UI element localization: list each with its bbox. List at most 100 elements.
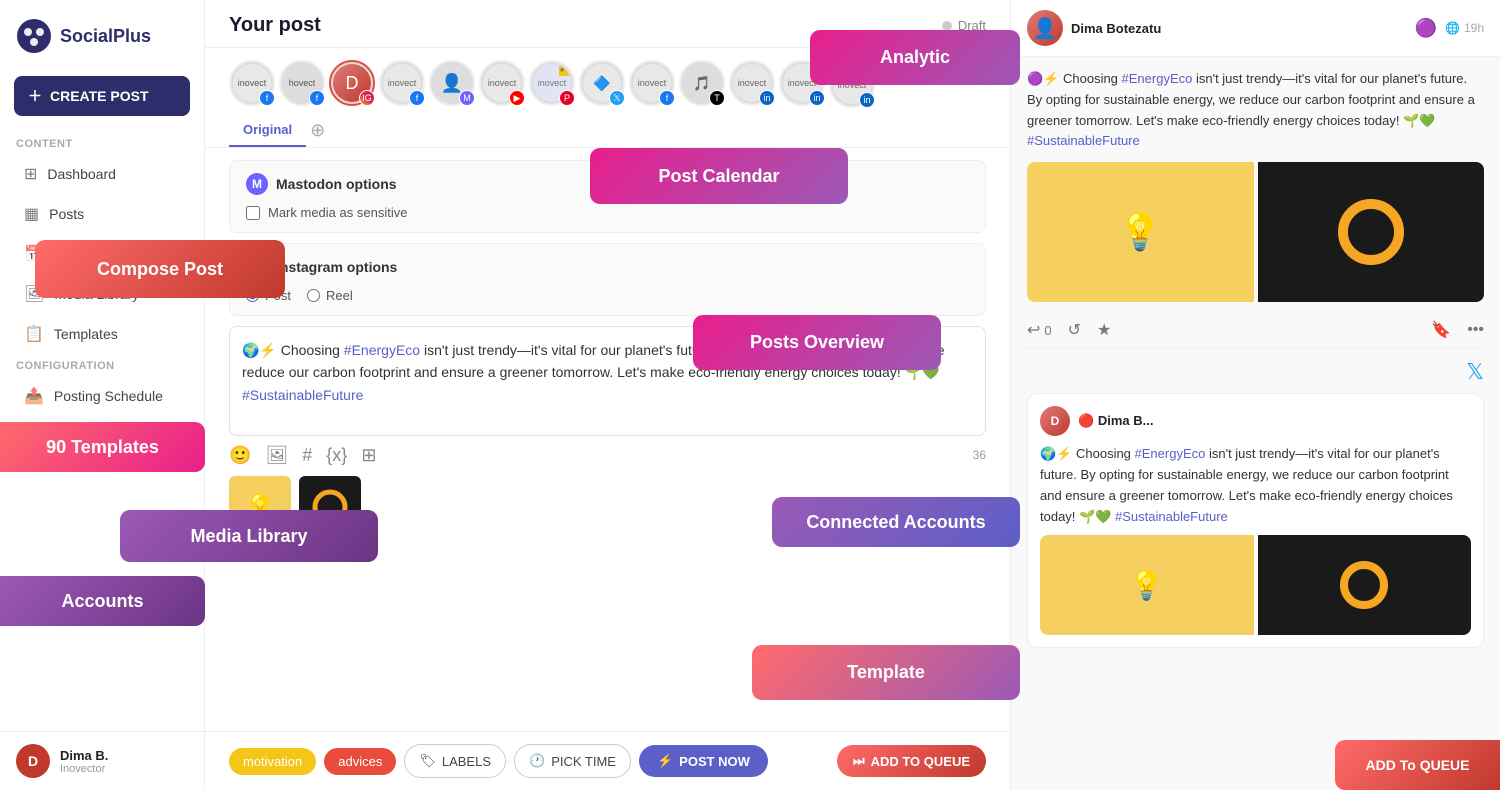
tweet-text: 🌍⚡ Choosing #EnergyEco isn't just trendy… [1040, 444, 1471, 527]
radio-post-input[interactable] [246, 289, 259, 302]
instagram-icon: IG [246, 256, 268, 278]
right-user-name: Dima Botezatu [1071, 21, 1161, 36]
facebook-badge-4: f [409, 90, 425, 106]
tweet-header: D 🔴 Dima B... [1040, 406, 1471, 436]
sidebar-item-templates[interactable]: 📋 Templates [8, 315, 196, 353]
post-text-area[interactable]: 🌍⚡ Choosing #EnergyEco isn't just trendy… [229, 326, 986, 436]
app-name: SocialPlus [60, 26, 151, 47]
fb-badge-9: f [659, 90, 675, 106]
tweet-images-grid: 💡 [1040, 535, 1471, 635]
star-icon: ★ [1097, 320, 1111, 340]
app-logo: SocialPlus [0, 0, 204, 72]
account-avatar-13[interactable]: inovect in [829, 62, 875, 108]
media-thumb-2[interactable] [299, 476, 361, 538]
emoji-button[interactable]: 🙂 [229, 445, 251, 466]
tag-motivation-button[interactable]: motivation [229, 748, 316, 775]
sidebar-item-media-library[interactable]: 🖼 Media Library [8, 275, 196, 313]
bottom-toolbar: motivation advices 🏷 LABELS 🕐 PICK TIME … [205, 731, 1010, 790]
more-action[interactable]: ••• [1467, 321, 1484, 339]
lightning-icon: ⚡ [657, 753, 673, 769]
media-library-icon: 🖼 [24, 284, 44, 304]
tweet-user-info: 🔴 Dima B... [1078, 413, 1471, 429]
media-thumb-1[interactable]: 💡 [229, 476, 291, 538]
accounts-icon: 📦 [24, 426, 44, 446]
mastodon-icon: M [246, 173, 268, 195]
more-icon: ••• [1467, 321, 1484, 339]
labels-button[interactable]: 🏷 LABELS [404, 744, 506, 778]
toolbar-icons: 🙂 🖼 # {x} ⊞ 36 [229, 436, 986, 472]
sidebar-user: D Dima B. Inovector [0, 731, 204, 790]
account-avatar-9[interactable]: inovect f [629, 60, 675, 106]
image-button[interactable]: 🖼 [265, 445, 288, 466]
user-company: Inovector [60, 763, 108, 775]
twitter-badge: 𝕏 [609, 90, 625, 106]
instagram-badge: IG [359, 90, 375, 106]
hashtag-button[interactable]: # [302, 445, 312, 466]
pick-time-button[interactable]: 🕐 PICK TIME [514, 744, 631, 778]
linkedin-badge-13: in [859, 92, 875, 108]
instagram-options-section: IG Instagram options Post Reel [229, 243, 986, 316]
add-to-queue-button[interactable]: ⏭ ADD TO QUEUE [837, 745, 986, 777]
account-avatar-6[interactable]: inovect ▶ [479, 60, 525, 106]
account-avatar-5[interactable]: 👤 M [429, 60, 475, 106]
post-now-button[interactable]: ⚡ POST NOW [639, 745, 768, 777]
mastodon-badge: M [459, 90, 475, 106]
mastodon-options-section: M Mastodon options Mark media as sensiti… [229, 160, 986, 233]
retweet-action[interactable]: ↺ [1068, 320, 1081, 340]
tag-advices-button[interactable]: advices [324, 748, 396, 775]
labels-label: LABELS [442, 754, 491, 769]
sidebar-item-posting-schedule[interactable]: 📤 Posting Schedule [8, 377, 196, 415]
add-to-queue-label: ADD TO QUEUE [871, 754, 970, 769]
account-avatar-4[interactable]: inovect f [379, 60, 425, 106]
tab-add-button[interactable]: ⊕ [310, 120, 325, 141]
post-title: Your post [229, 14, 321, 37]
grid-button[interactable]: ⊞ [361, 445, 376, 466]
clock-icon: 🕐 [529, 753, 545, 769]
twitter-icon: 𝕏 [1466, 359, 1484, 384]
bookmark-action[interactable]: 🔖 [1431, 320, 1451, 340]
accounts-row: inovect f hovect f D IG inovect f 👤 M in… [205, 48, 1010, 114]
mark-sensitive-checkbox[interactable] [246, 206, 260, 220]
radio-reel[interactable]: Reel [307, 288, 353, 303]
sidebar-item-dashboard[interactable]: ⊞ Dashboard [8, 155, 196, 193]
account-avatar-2[interactable]: hovect f [279, 60, 325, 106]
tabs-row: Original ⊕ [205, 114, 1010, 148]
variable-button[interactable]: {x} [326, 445, 347, 466]
right-panel-content: 🟣⚡ Choosing #EnergyEco isn't just trendy… [1011, 57, 1500, 790]
calendar-label: Calendar [54, 246, 111, 262]
pick-time-label: PICK TIME [551, 754, 616, 769]
account-avatar-11[interactable]: inovect in [729, 60, 775, 106]
dashboard-icon: ⊞ [24, 164, 37, 184]
account-avatar-3[interactable]: D IG [329, 60, 375, 106]
sidebar-item-calendar[interactable]: 📅 Calendar [8, 235, 196, 273]
right-avatar: 👤 [1027, 10, 1063, 46]
account-avatar-1[interactable]: inovect f [229, 60, 275, 106]
logo-icon [16, 18, 52, 54]
second-tweet-card: D 🔴 Dima B... 🌍⚡ Choosing #EnergyEco isn… [1027, 393, 1484, 648]
account-avatar-10[interactable]: 🎵 T [679, 60, 725, 106]
reply-action[interactable]: ↩ 0 [1027, 320, 1052, 340]
plus-icon: ＋ [28, 86, 42, 106]
account-avatar-12[interactable]: inovect in [779, 60, 825, 106]
right-image-1: 💡 [1027, 162, 1254, 302]
posting-schedule-label: Posting Schedule [54, 388, 163, 404]
retweet-icon: ↺ [1068, 320, 1081, 340]
queue-icon: ⏭ [853, 753, 865, 769]
posting-schedule-icon: 📤 [24, 386, 44, 406]
sidebar-item-posts[interactable]: ▦ Posts [8, 195, 196, 233]
radio-post[interactable]: Post [246, 288, 291, 303]
create-post-button[interactable]: ＋ CREATE POST [14, 76, 190, 116]
account-avatar-8[interactable]: 🔷 𝕏 [579, 60, 625, 106]
like-action[interactable]: ★ [1097, 320, 1111, 340]
sidebar-item-accounts[interactable]: 📦 Accounts [8, 417, 196, 455]
right-post-actions: ↩ 0 ↺ ★ 🔖 ••• [1027, 312, 1484, 349]
create-post-label: CREATE POST [50, 88, 149, 104]
reply-icon: ↩ [1027, 320, 1040, 340]
account-avatar-7[interactable]: ★ inovect P [529, 60, 575, 106]
tiktok-badge: T [709, 90, 725, 106]
tweet-avatar: D [1040, 406, 1070, 436]
radio-reel-input[interactable] [307, 289, 320, 302]
tweet-image-1: 💡 [1040, 535, 1254, 635]
tab-original[interactable]: Original [229, 114, 306, 147]
right-user-info: 👤 Dima Botezatu [1027, 10, 1161, 46]
